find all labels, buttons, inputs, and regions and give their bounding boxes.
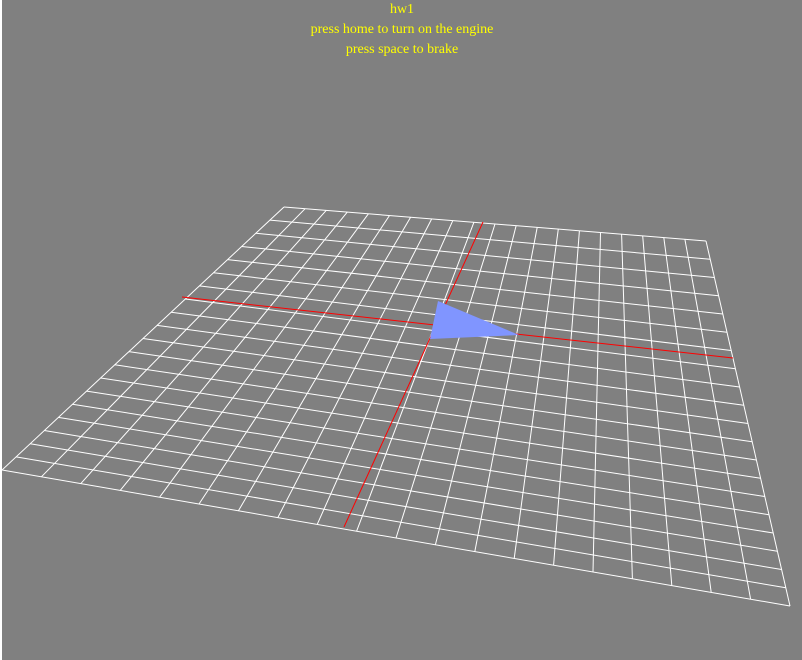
- ground-grid: [2, 206, 791, 607]
- axis-lines: [181, 221, 734, 528]
- grid-line-vertical: [663, 237, 712, 593]
- hud-instruction-brake: press space to brake: [345, 42, 459, 57]
- hud-overlay: hw1 press home to turn on the engine pre…: [2, 0, 802, 60]
- grid-line-vertical: [642, 235, 673, 586]
- grid-line-horizontal: [16, 456, 786, 589]
- hud-title: hw1: [389, 2, 415, 17]
- hud-instruction-engine: press home to turn on the engine: [310, 22, 494, 37]
- scene-canvas: [2, 206, 791, 607]
- grid-line-horizontal: [2, 469, 791, 607]
- game-viewport[interactable]: hw1 press home to turn on the engine pre…: [2, 0, 802, 660]
- grid-line-horizontal: [30, 443, 782, 570]
